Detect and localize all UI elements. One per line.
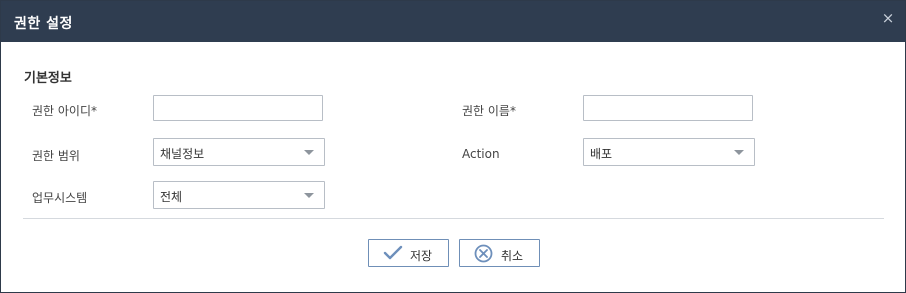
role-scope-label: 권한 범위 (32, 149, 80, 163)
business-system-select[interactable]: 전체 (153, 181, 325, 209)
business-system-value: 전체 (160, 190, 183, 204)
save-button[interactable]: 저장 (368, 239, 449, 267)
chevron-down-icon (304, 150, 314, 155)
role-id-input[interactable] (153, 95, 323, 121)
close-icon[interactable]: × (880, 10, 896, 26)
permission-settings-dialog: 권한 설정 × 기본정보 권한 아이디* 권한 이름* 권한 범위 채널정보 A… (0, 0, 906, 293)
divider (23, 218, 884, 219)
dialog-title: 권한 설정 (14, 16, 73, 32)
chevron-down-icon (734, 150, 744, 155)
business-system-label: 업무시스템 (32, 191, 88, 205)
checkmark-icon (383, 245, 403, 264)
section-title-basic-info: 기본정보 (24, 71, 72, 86)
action-value: 배포 (590, 147, 613, 161)
cancel-button-label: 취소 (501, 249, 524, 263)
dialog-titlebar: 권한 설정 × (1, 1, 905, 42)
action-label: Action (462, 147, 500, 161)
role-name-input[interactable] (583, 95, 753, 121)
save-button-label: 저장 (410, 249, 433, 263)
role-scope-select[interactable]: 채널정보 (153, 138, 325, 166)
cancel-button[interactable]: 취소 (459, 239, 540, 267)
role-scope-value: 채널정보 (160, 147, 205, 161)
chevron-down-icon (304, 193, 314, 198)
role-name-label: 권한 이름* (462, 104, 516, 118)
role-id-label: 권한 아이디* (32, 104, 98, 118)
cancel-circle-x-icon (474, 244, 493, 266)
action-select[interactable]: 배포 (583, 138, 755, 166)
